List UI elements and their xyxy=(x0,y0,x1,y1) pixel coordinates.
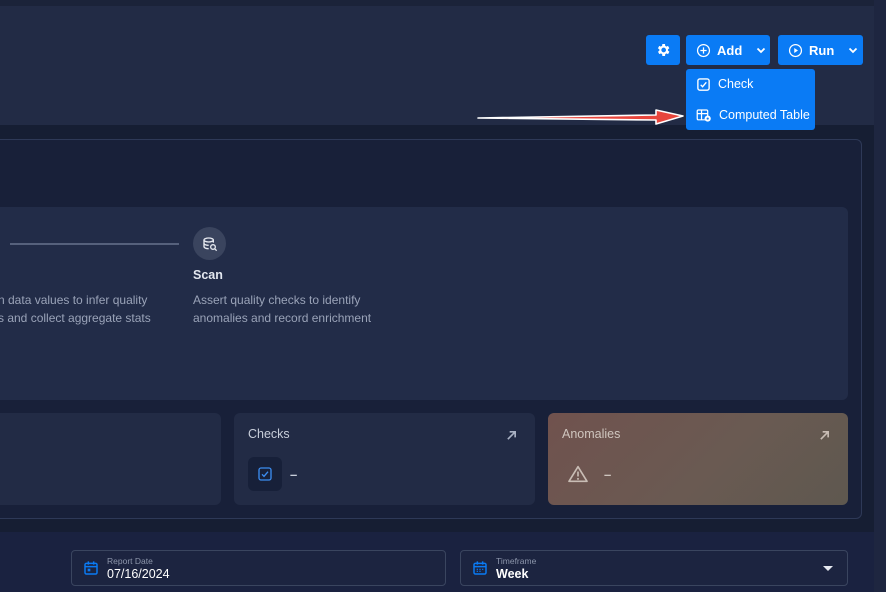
annotation-arrow xyxy=(477,109,684,125)
header-top-strip xyxy=(0,0,886,6)
check-square-icon xyxy=(697,77,710,91)
scan-step-icon-wrapper xyxy=(193,227,226,260)
checks-card[interactable]: Checks – xyxy=(234,413,535,505)
report-date-field[interactable]: Report Date 07/16/2024 xyxy=(71,550,446,586)
calendar-icon xyxy=(84,561,98,575)
chevron-down-icon xyxy=(849,47,858,54)
scan-desc-line-2: anomalies and record enrichment xyxy=(193,311,372,325)
menu-item-check[interactable]: Check xyxy=(686,69,815,99)
plus-circle-icon xyxy=(696,43,711,57)
timeframe-value: Week xyxy=(496,567,529,581)
play-circle-icon xyxy=(788,43,803,57)
timeframe-label: Timeframe xyxy=(496,556,537,566)
step-connector-line xyxy=(10,243,179,245)
gear-icon xyxy=(657,44,670,56)
checks-count: – xyxy=(290,467,298,482)
checks-card-title: Checks xyxy=(248,427,290,441)
menu-item-check-label: Check xyxy=(718,77,754,91)
caret-down-icon[interactable] xyxy=(823,566,833,571)
add-button-label: Add xyxy=(717,42,743,58)
menu-item-computed-table-label: Computed Table xyxy=(719,108,810,122)
computed-table-icon xyxy=(696,108,711,122)
scan-step-description: Assert quality checks to identify anomal… xyxy=(193,291,393,327)
scan-desc-line-1: Assert quality checks to identify xyxy=(193,293,361,307)
checks-icon-wrapper xyxy=(248,457,282,491)
profile-step-description: n data values to infer quality s and col… xyxy=(0,291,198,327)
settings-button[interactable] xyxy=(646,35,680,65)
chevron-down-icon xyxy=(757,47,766,54)
anomalies-card[interactable]: Anomalies – xyxy=(548,413,848,505)
anomalies-card-title: Anomalies xyxy=(562,427,621,441)
scrollbar-track[interactable] xyxy=(874,0,886,592)
profile-desc-line-1: n data values to infer quality xyxy=(0,293,148,307)
arrow-up-right-icon[interactable] xyxy=(819,430,830,441)
profile-desc-line-2: s and collect aggregate stats xyxy=(0,311,151,325)
anomalies-count: – xyxy=(604,467,612,482)
summary-card-partial xyxy=(0,413,221,505)
calendar-icon xyxy=(473,561,487,575)
arrow-up-right-icon[interactable] xyxy=(506,430,517,441)
timeframe-select[interactable]: Timeframe Week xyxy=(460,550,848,586)
run-button-label: Run xyxy=(809,42,835,58)
scan-step-title: Scan xyxy=(193,268,223,282)
menu-item-computed-table[interactable]: Computed Table xyxy=(686,100,815,130)
check-square-icon xyxy=(258,467,272,481)
report-date-value: 07/16/2024 xyxy=(107,567,170,581)
add-button[interactable]: Add xyxy=(686,35,770,65)
database-search-icon xyxy=(202,236,217,251)
add-dropdown-menu: Check Computed Table xyxy=(686,69,815,130)
warning-icon xyxy=(568,465,588,483)
run-button[interactable]: Run xyxy=(778,35,863,65)
report-date-label: Report Date xyxy=(107,556,153,566)
